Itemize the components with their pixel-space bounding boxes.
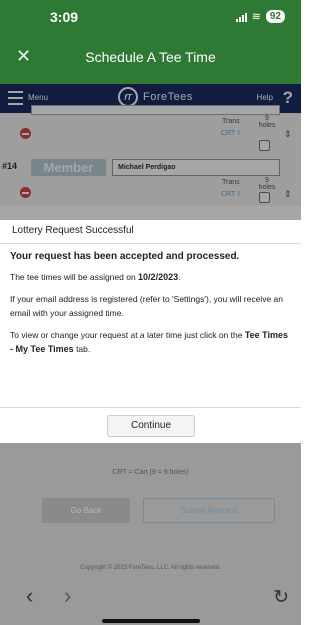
signal-icon (235, 12, 247, 22)
player-name-field[interactable]: Michael Perdigao (112, 159, 280, 176)
holes-label: 9 holes (258, 115, 276, 129)
remove-player-icon[interactable] (20, 128, 31, 139)
tee-time-form: Trans CRT ◊ 9 holes ⇕ #14 Member Michael… (0, 105, 301, 206)
reorder-icon[interactable]: ⇕ (284, 129, 292, 140)
home-indicator (102, 619, 200, 623)
menu-icon[interactable] (8, 91, 23, 105)
nine-holes-checkbox[interactable] (259, 192, 270, 203)
forward-arrow-icon[interactable]: › (64, 583, 71, 609)
email-note: If your email address is registered (ref… (10, 294, 283, 318)
battery-icon: 92 (265, 10, 285, 23)
go-back-button[interactable]: Go Back (42, 498, 130, 523)
copyright-text: Copyright © 2023 ForeTees, LLC. All righ… (80, 565, 221, 571)
player-row: #14 Member Michael Perdigao Trans CRT ◊ … (0, 157, 301, 203)
form-footer: CRT = Cart (9 = 9 holes) Go Back Submit … (0, 443, 301, 580)
nine-holes-checkbox[interactable] (259, 140, 270, 151)
help-label[interactable]: Help (257, 93, 273, 102)
player-name-field[interactable] (31, 105, 280, 115)
assign-date-text: The tee times will be assigned on 10/2/2… (10, 272, 181, 282)
help-icon[interactable]: ? (283, 88, 293, 108)
back-arrow-icon[interactable]: ‹ (26, 583, 33, 609)
browser-toolbar: ‹ › ↻ (0, 580, 301, 625)
menu-label[interactable]: Menu (28, 93, 48, 102)
player-row: Trans CRT ◊ 9 holes ⇕ (0, 105, 301, 157)
crt-select[interactable]: CRT ◊ (221, 130, 241, 137)
submit-request-button[interactable]: Submit Request (143, 498, 275, 523)
wifi-icon: ≋ (251, 11, 261, 23)
app-header: 3:09 ≋ 92 ✕ Schedule A Tee Time (0, 0, 301, 84)
continue-button[interactable]: Continue (107, 415, 195, 437)
status-time: 3:09 (50, 9, 79, 25)
remove-player-icon[interactable] (20, 187, 31, 198)
holes-label: 9 holes (258, 177, 276, 191)
change-request-text: To view or change your request at a late… (10, 330, 289, 354)
dialog-body: Your request has been accepted and proce… (0, 244, 301, 356)
cart-legend: CRT = Cart (9 = 9 holes) (112, 469, 189, 476)
trans-label: Trans (222, 118, 240, 125)
assign-date: 10/2/2023 (138, 272, 179, 282)
foretees-logo: fT ForeTees (118, 87, 193, 107)
dialog-headline: Your request has been accepted and proce… (10, 251, 240, 262)
dialog-footer: Continue (0, 407, 301, 443)
reorder-icon[interactable]: ⇕ (284, 189, 292, 200)
logo-text: ForeTees (143, 91, 193, 103)
logo-badge: fT (118, 87, 138, 107)
status-icons: ≋ 92 (235, 10, 285, 23)
trans-label: Trans (222, 179, 240, 186)
member-button[interactable]: Member (31, 159, 106, 176)
lottery-success-dialog: Lottery Request Successful Your request … (0, 220, 301, 443)
row-number: #14 (2, 161, 18, 171)
reload-icon[interactable]: ↻ (273, 586, 289, 609)
dialog-title: Lottery Request Successful (0, 220, 301, 244)
page-title: Schedule A Tee Time (85, 49, 216, 65)
crt-select[interactable]: CRT ◊ (221, 191, 241, 198)
